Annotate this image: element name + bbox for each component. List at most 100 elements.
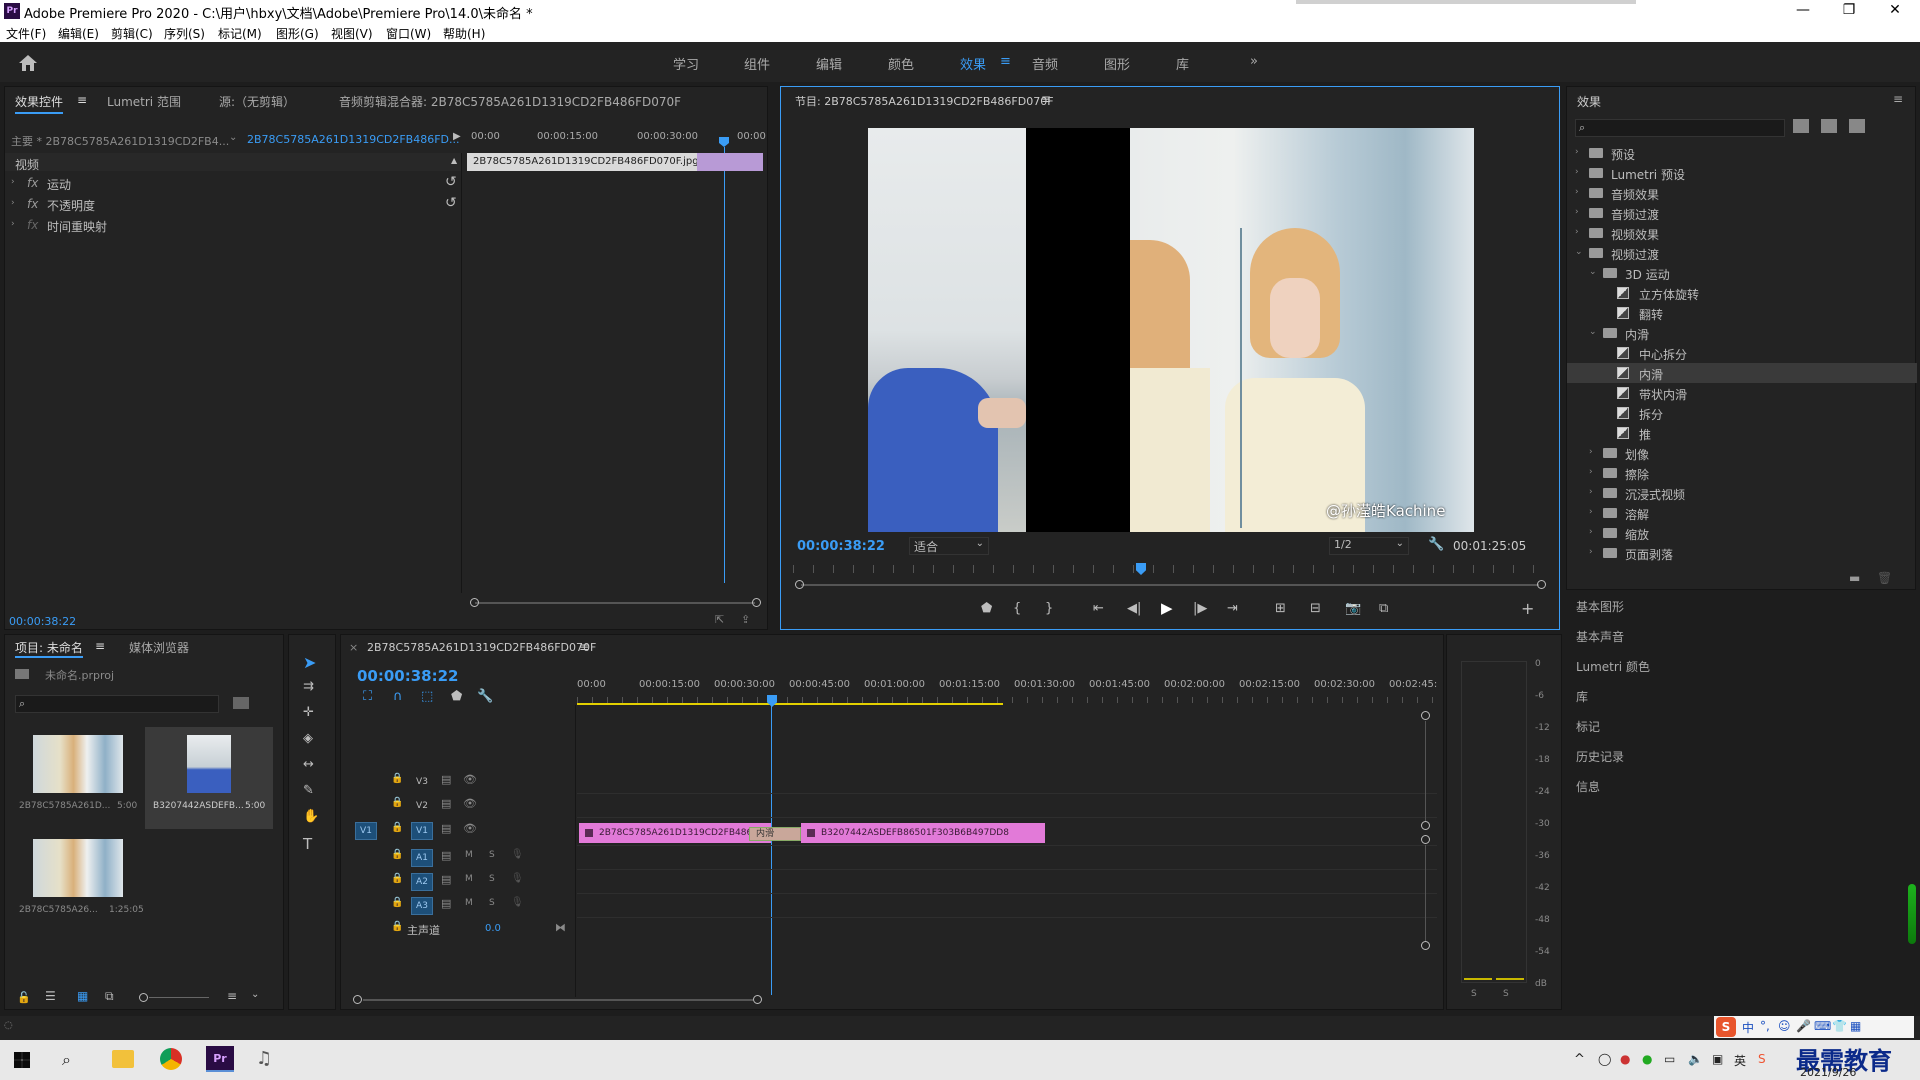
lock-icon[interactable]: 🔒 xyxy=(391,822,403,833)
extract-icon[interactable]: ⊟ xyxy=(1310,601,1321,616)
effects-tree-item[interactable]: › 划像 xyxy=(1567,443,1917,463)
track-name[interactable]: A1 xyxy=(411,849,433,867)
network-icon[interactable]: ▭ xyxy=(1664,1052,1675,1066)
collapse-triangle-icon[interactable]: ⌄ xyxy=(1589,327,1597,337)
linked-selection-icon[interactable]: ⬚ xyxy=(421,689,433,704)
menu-graphics[interactable]: 图形(G) xyxy=(276,25,319,42)
zoom-handle-right[interactable] xyxy=(1537,580,1546,589)
expand-triangle-icon[interactable]: › xyxy=(1575,147,1579,157)
chevron-down-icon[interactable]: ⌄ xyxy=(251,989,259,1000)
find-icon[interactable] xyxy=(233,697,249,709)
yuv-effects-icon[interactable] xyxy=(1849,119,1865,133)
minimize-icon[interactable]: — xyxy=(1780,0,1826,22)
expand-triangle-icon[interactable]: › xyxy=(11,177,15,187)
effects-tree-item[interactable]: › Lumetri 预设 xyxy=(1567,163,1917,183)
monitor-playhead[interactable] xyxy=(1136,563,1146,575)
microphone-icon[interactable]: 🎙 xyxy=(511,849,524,860)
tab-project[interactable]: 项目: 未命名 xyxy=(15,639,83,658)
effects-tree-item[interactable]: › 擦除 xyxy=(1567,463,1917,483)
panel-essential-sound[interactable]: 基本声音 xyxy=(1576,628,1624,645)
tray-icon[interactable]: ● xyxy=(1642,1052,1652,1066)
effects-tree-item[interactable]: › 页面剥落 xyxy=(1567,543,1917,563)
effects-tree-item[interactable]: ⌄ 视频过渡 xyxy=(1567,243,1917,263)
ime-chinese-mode[interactable]: 中 xyxy=(1742,1019,1754,1036)
pen-tool-icon[interactable]: ✎ xyxy=(303,783,314,798)
workspace-menu-icon[interactable]: ≡ xyxy=(1000,54,1011,69)
panel-libraries[interactable]: 库 xyxy=(1576,688,1588,705)
scroll-handle-left[interactable] xyxy=(470,598,479,607)
tab-audio-clip-mixer[interactable]: 音频剪辑混合器: 2B78C5785A261D1319CD2FB486FD070… xyxy=(339,93,681,110)
tray-icon[interactable]: ◯ xyxy=(1598,1052,1611,1066)
selection-tool-icon[interactable]: ➤ xyxy=(303,653,316,672)
timeline-playhead[interactable] xyxy=(767,695,777,707)
scroll-up-icon[interactable]: ▲ xyxy=(451,156,457,165)
workspace-library[interactable]: 库 xyxy=(1176,54,1189,73)
panel-essential-graphics[interactable]: 基本图形 xyxy=(1576,598,1624,615)
track-select-tool-icon[interactable]: ⇉ xyxy=(303,679,314,694)
track-name[interactable]: V2 xyxy=(411,797,433,815)
tray-icon[interactable]: ● xyxy=(1620,1052,1630,1066)
v-scroll-track[interactable] xyxy=(1425,845,1426,941)
sync-lock-icon[interactable]: ▤ xyxy=(441,849,451,862)
effects-tree-item[interactable]: › 视频效果 xyxy=(1567,223,1917,243)
skin-icon[interactable]: 👕 xyxy=(1832,1019,1847,1033)
panel-info[interactable]: 信息 xyxy=(1576,778,1600,795)
solo-button[interactable]: S xyxy=(489,850,495,860)
workspace-audio[interactable]: 音频 xyxy=(1032,54,1058,73)
sync-lock-icon[interactable]: ▤ xyxy=(441,873,451,886)
nest-toggle-icon[interactable]: ⛶ xyxy=(363,689,372,704)
track-name[interactable]: V3 xyxy=(411,773,433,791)
reset-icon[interactable]: ↺ xyxy=(445,195,457,211)
h-scroll-handle[interactable] xyxy=(753,995,762,1004)
lock-icon[interactable]: 🔓 xyxy=(17,991,31,1004)
tab-media-browser[interactable]: 媒体浏览器 xyxy=(129,639,189,656)
snap-icon[interactable]: ∩ xyxy=(393,689,403,704)
windows-start-icon[interactable] xyxy=(14,1052,30,1068)
microphone-icon[interactable]: 🎤 xyxy=(1796,1019,1811,1033)
panel-menu-icon[interactable]: ≡ xyxy=(1041,92,1051,106)
effects-tree-item[interactable]: 拆分 xyxy=(1567,403,1917,423)
expand-triangle-icon[interactable]: › xyxy=(1575,187,1579,197)
v-scroll-handle[interactable] xyxy=(1421,711,1430,720)
panel-menu-icon[interactable]: ≡ xyxy=(1893,92,1903,106)
mute-button[interactable]: M xyxy=(465,874,473,884)
effects-tree-item[interactable]: 翻转 xyxy=(1567,303,1917,323)
h-scroll-handle[interactable] xyxy=(353,995,362,1004)
monitor-zoom-bar[interactable] xyxy=(801,584,1539,586)
play-triangle-icon[interactable]: ▶ xyxy=(453,131,461,142)
type-tool-icon[interactable]: T xyxy=(303,835,312,853)
workspace-graphics[interactable]: 图形 xyxy=(1104,54,1130,73)
project-item[interactable]: 2B78C5785A26... 1:25:05 xyxy=(15,831,144,933)
menu-file[interactable]: 文件(F) xyxy=(6,25,46,42)
work-area-bar[interactable] xyxy=(577,703,1003,705)
transition-bar[interactable] xyxy=(697,153,763,171)
close-icon[interactable]: ✕ xyxy=(1872,0,1918,22)
eye-icon[interactable]: 👁 xyxy=(463,773,477,786)
icon-view-icon[interactable]: ▦ xyxy=(77,989,88,1003)
panel-lumetri-color[interactable]: Lumetri 颜色 xyxy=(1576,658,1650,675)
microphone-icon[interactable]: 🎙 xyxy=(511,873,524,884)
menu-marker[interactable]: 标记(M) xyxy=(218,25,262,42)
expand-triangle-icon[interactable]: › xyxy=(1589,487,1593,497)
reset-icon[interactable]: ↺ xyxy=(445,174,457,190)
panel-menu-icon[interactable]: ≡ xyxy=(579,640,589,654)
v-scroll-handle[interactable] xyxy=(1421,835,1430,844)
sort-icon[interactable]: ≡ xyxy=(227,989,237,1003)
mute-button[interactable]: M xyxy=(465,850,473,860)
workspace-edit[interactable]: 编辑 xyxy=(816,54,842,73)
tab-lumetri-scopes[interactable]: Lumetri 范围 xyxy=(107,93,181,110)
effects-tree-item[interactable]: 中心拆分 xyxy=(1567,343,1917,363)
expand-triangle-icon[interactable]: › xyxy=(11,198,15,208)
effects-tree-item[interactable]: 推 xyxy=(1567,423,1917,443)
keyboard-icon[interactable]: ⌨ xyxy=(1814,1019,1831,1033)
timeline-ruler[interactable]: 00:00 00:00:15:00 00:00:30:00 00:00:45:0… xyxy=(577,679,1437,695)
project-item-selected[interactable]: B3207442ASDEFB... 5:00 xyxy=(145,727,273,829)
h-scroll-track[interactable] xyxy=(363,999,753,1001)
play-icon[interactable]: ▶ xyxy=(1161,599,1173,617)
menu-view[interactable]: 视图(V) xyxy=(331,25,373,42)
v-scroll-handle[interactable] xyxy=(1421,821,1430,830)
video-frame[interactable]: @孙滢皓Kachine xyxy=(868,128,1474,532)
fit-dropdown[interactable]: 适合 ⌄ xyxy=(909,537,989,555)
sequence-clip-label[interactable]: 2B78C5785A261D1319CD2FB486FD... xyxy=(247,133,460,146)
playhead-marker[interactable] xyxy=(719,137,729,147)
